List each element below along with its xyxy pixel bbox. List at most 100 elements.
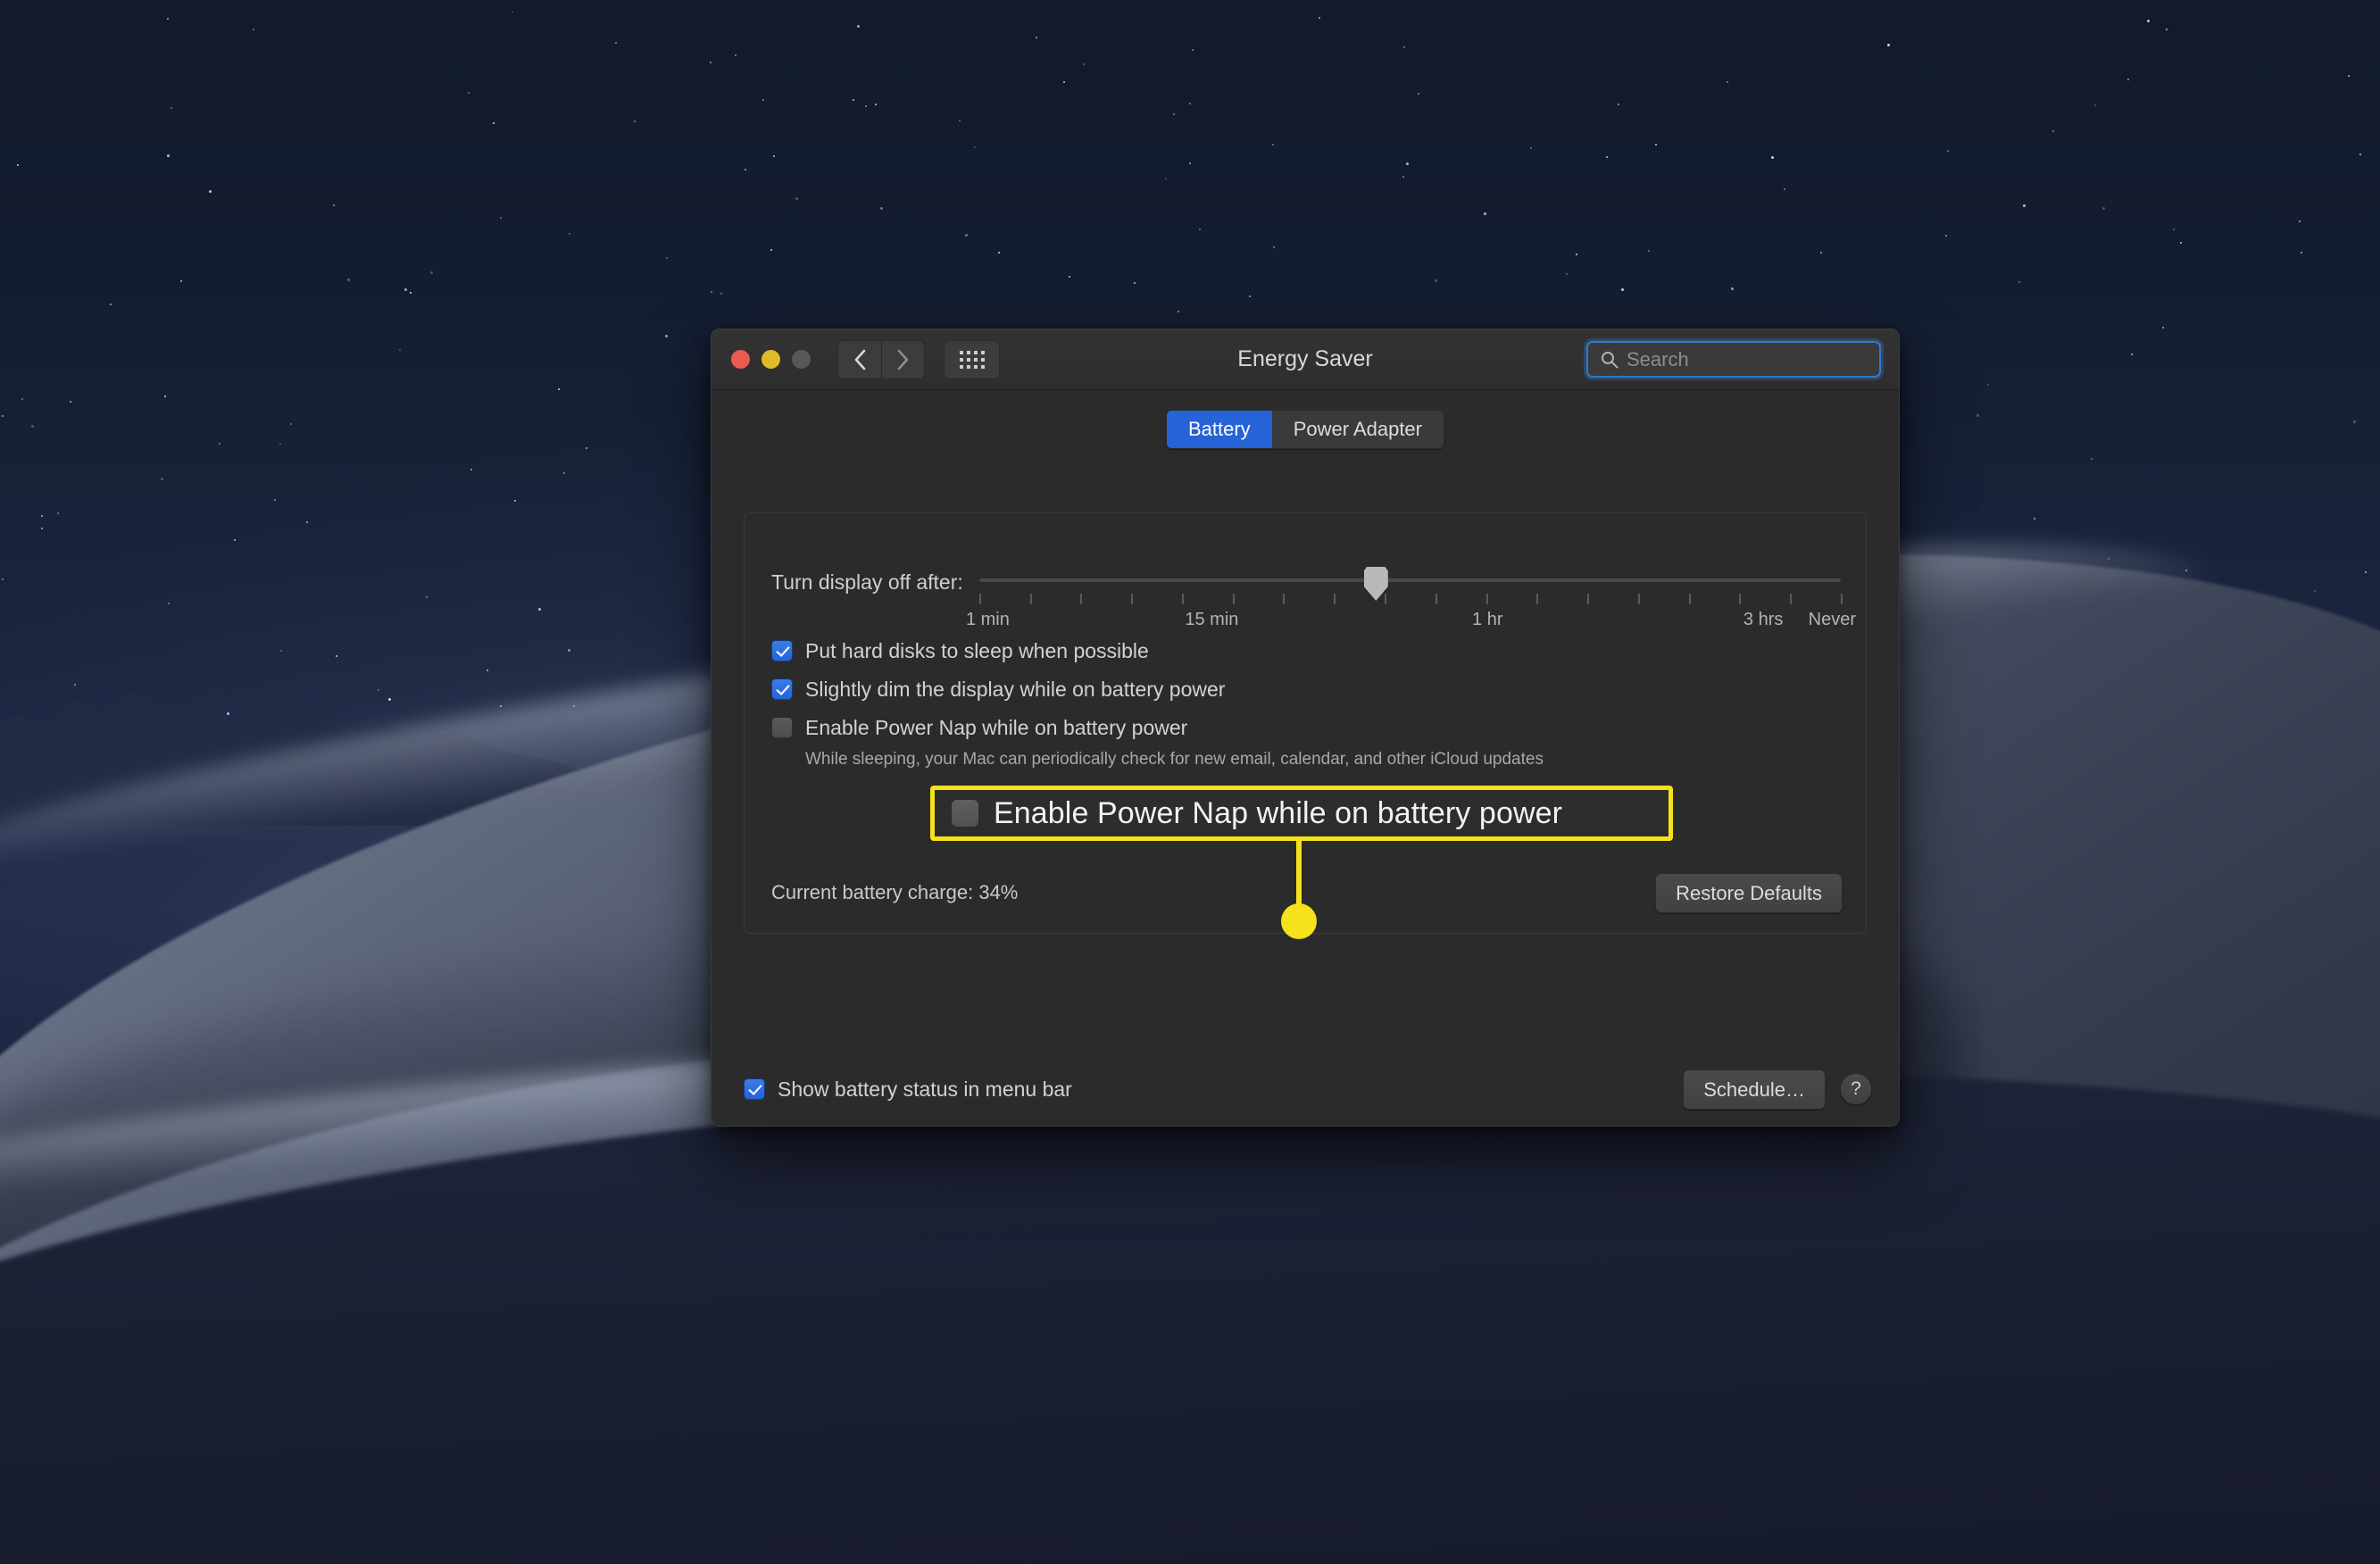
star bbox=[853, 99, 855, 102]
slider-tick bbox=[1688, 594, 1691, 604]
schedule-button[interactable]: Schedule… bbox=[1683, 1069, 1826, 1110]
option-label: Put hard disks to sleep when possible bbox=[805, 639, 1149, 662]
tab-power-adapter[interactable]: Power Adapter bbox=[1271, 411, 1444, 449]
slider-scale-label: 15 min bbox=[1185, 610, 1239, 629]
chevron-left-icon bbox=[854, 349, 865, 370]
star bbox=[73, 683, 76, 686]
star bbox=[21, 397, 24, 400]
star bbox=[959, 120, 961, 122]
star bbox=[499, 217, 502, 220]
slider-tick bbox=[1790, 594, 1793, 604]
back-button[interactable] bbox=[837, 339, 881, 379]
options-list: Put hard disks to sleep when possible Sl… bbox=[771, 638, 1839, 780]
star bbox=[70, 401, 72, 403]
checkbox-hard-disks-sleep[interactable] bbox=[771, 640, 793, 661]
star bbox=[537, 608, 541, 611]
star bbox=[167, 603, 170, 605]
checkbox-power-nap[interactable] bbox=[771, 716, 793, 738]
star bbox=[377, 688, 379, 691]
settings-panel: Turn display off after: 1 min 15 min 1 hr 3… bbox=[744, 512, 1867, 934]
star bbox=[2094, 104, 2097, 107]
search-placeholder: Search bbox=[1627, 347, 1689, 370]
star bbox=[762, 99, 765, 102]
option-hard-disks-sleep[interactable]: Put hard disks to sleep when possible bbox=[771, 638, 1839, 664]
close-button[interactable] bbox=[731, 350, 750, 369]
star bbox=[2034, 518, 2036, 520]
star bbox=[40, 528, 43, 530]
slider-tick bbox=[1841, 594, 1843, 604]
star bbox=[1945, 234, 1948, 237]
slider-tick bbox=[1080, 594, 1083, 604]
star bbox=[1986, 383, 1989, 386]
star bbox=[1164, 177, 1167, 179]
star bbox=[1272, 245, 1275, 248]
star bbox=[1062, 81, 1065, 84]
navigation-buttons bbox=[837, 339, 925, 379]
show-all-button[interactable] bbox=[944, 339, 1000, 379]
star bbox=[2298, 220, 2301, 223]
star bbox=[2172, 228, 2175, 230]
star bbox=[219, 442, 221, 445]
tab-battery[interactable]: Battery bbox=[1166, 411, 1272, 449]
star bbox=[273, 499, 276, 502]
star bbox=[1199, 228, 1201, 230]
star bbox=[1770, 155, 1774, 159]
star bbox=[634, 120, 637, 122]
star bbox=[513, 499, 516, 502]
slider-scale-label: Never bbox=[1808, 610, 1857, 629]
option-show-battery-status[interactable]: Show battery status in menu bar bbox=[744, 1077, 1072, 1102]
display-sleep-slider[interactable]: 1 min 15 min 1 hr 3 hrs Never bbox=[966, 565, 1856, 642]
annotation-callout-box: Enable Power Nap while on battery power bbox=[930, 786, 1673, 841]
star bbox=[30, 424, 34, 428]
star bbox=[864, 104, 867, 107]
star bbox=[2352, 420, 2356, 424]
star bbox=[1403, 46, 1406, 49]
star bbox=[1726, 80, 1728, 83]
slider-tick bbox=[1232, 594, 1235, 604]
star bbox=[2161, 327, 2164, 329]
slider-scale-labels: 1 min 15 min 1 hr 3 hrs Never bbox=[966, 610, 1856, 633]
star bbox=[171, 107, 173, 110]
checkbox-show-battery-status[interactable] bbox=[744, 1078, 765, 1101]
star bbox=[2364, 571, 2367, 574]
star bbox=[1188, 162, 1191, 164]
show-all-grid-icon bbox=[959, 350, 985, 369]
star bbox=[2102, 207, 2106, 211]
desktop-wallpaper: Energy Saver Search Battery Power Adapte… bbox=[0, 0, 2380, 1564]
star bbox=[735, 54, 737, 56]
star bbox=[253, 29, 255, 31]
power-nap-description: While sleeping, your Mac can periodicall… bbox=[805, 750, 1544, 770]
star bbox=[387, 698, 391, 702]
star bbox=[586, 446, 588, 449]
star bbox=[234, 538, 237, 541]
annotation-checkbox-power-nap bbox=[951, 799, 979, 828]
star bbox=[720, 293, 722, 295]
checkbox-slightly-dim[interactable] bbox=[771, 678, 793, 700]
star bbox=[2130, 354, 2133, 355]
slider-label: Turn display off after: bbox=[771, 570, 963, 594]
star bbox=[425, 595, 428, 598]
option-power-nap[interactable]: Enable Power Nap while on battery power bbox=[771, 715, 1839, 741]
star bbox=[467, 91, 470, 94]
slider-track[interactable] bbox=[978, 578, 1841, 582]
star bbox=[226, 711, 229, 715]
star bbox=[568, 233, 570, 236]
traffic-light-group bbox=[731, 350, 811, 369]
star bbox=[1177, 311, 1179, 313]
star bbox=[16, 164, 19, 167]
battery-charge-status: Current battery charge: 34% bbox=[771, 881, 1019, 904]
star bbox=[1655, 143, 1658, 146]
option-slightly-dim[interactable]: Slightly dim the display while on batter… bbox=[771, 677, 1839, 703]
star bbox=[665, 256, 668, 259]
restore-defaults-button[interactable]: Restore Defaults bbox=[1655, 872, 1843, 913]
search-field[interactable]: Search bbox=[1586, 341, 1881, 378]
star bbox=[487, 669, 489, 671]
minimize-button[interactable] bbox=[761, 350, 780, 369]
star bbox=[512, 11, 514, 13]
star bbox=[410, 291, 412, 294]
annotation-leader-line bbox=[1296, 841, 1302, 912]
forward-button[interactable] bbox=[881, 339, 925, 379]
help-button[interactable]: ? bbox=[1840, 1073, 1872, 1106]
zoom-button bbox=[792, 350, 811, 369]
star bbox=[1620, 287, 1624, 291]
